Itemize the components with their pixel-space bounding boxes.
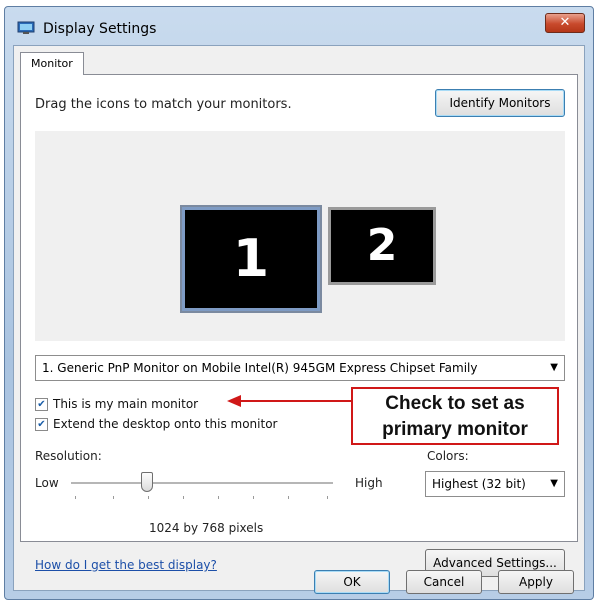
extend-desktop-label: Extend the desktop onto this monitor bbox=[53, 417, 278, 431]
monitor-dropdown[interactable]: 1. Generic PnP Monitor on Mobile Intel(R… bbox=[35, 355, 565, 381]
close-button[interactable]: ✕ bbox=[545, 13, 585, 33]
slider-tick bbox=[218, 496, 219, 499]
title-bar: Display Settings ✕ bbox=[5, 7, 593, 47]
display-icon bbox=[17, 21, 35, 34]
extend-desktop-checkbox[interactable]: ✔ bbox=[35, 418, 48, 431]
colors-dropdown[interactable]: Highest (32 bit) ▼ bbox=[425, 471, 565, 497]
callout-line-1: Check to set as bbox=[385, 393, 525, 414]
slider-tick bbox=[327, 496, 328, 499]
callout-arrow-icon bbox=[227, 395, 351, 407]
slider-tick bbox=[183, 496, 184, 499]
slider-tick bbox=[253, 496, 254, 499]
callout-line-2: primary monitor bbox=[382, 419, 528, 440]
main-monitor-checkbox[interactable]: ✔ bbox=[35, 398, 48, 411]
low-label: Low bbox=[35, 476, 59, 490]
slider-tick bbox=[113, 496, 114, 499]
main-monitor-label: This is my main monitor bbox=[53, 397, 199, 411]
window-title: Display Settings bbox=[43, 21, 157, 37]
best-display-help-link[interactable]: How do I get the best display? bbox=[35, 558, 217, 572]
extend-desktop-checkbox-row[interactable]: ✔ Extend the desktop onto this monitor bbox=[35, 417, 277, 431]
slider-tick bbox=[148, 496, 149, 499]
chevron-down-icon: ▼ bbox=[550, 478, 558, 489]
display-settings-window: Display Settings ✕ Monitor Drag the icon… bbox=[4, 6, 594, 600]
monitor-2-icon[interactable]: 2 bbox=[328, 207, 436, 285]
cancel-button[interactable]: Cancel bbox=[406, 570, 482, 594]
monitor-1-icon[interactable]: 1 bbox=[180, 205, 322, 313]
dialog-client-area: Monitor Drag the icons to match your mon… bbox=[13, 45, 585, 594]
monitor-tab-panel: Drag the icons to match your monitors. I… bbox=[20, 74, 578, 577]
resolution-value: 1024 by 768 pixels bbox=[149, 521, 264, 535]
monitor-dropdown-value: 1. Generic PnP Monitor on Mobile Intel(R… bbox=[42, 361, 478, 375]
slider-tick bbox=[288, 496, 289, 499]
resolution-label: Resolution: bbox=[35, 449, 102, 463]
primary-monitor-callout: Check to set as primary monitor bbox=[351, 387, 559, 445]
tab-monitor[interactable]: Monitor bbox=[20, 52, 84, 75]
close-icon: ✕ bbox=[559, 15, 571, 30]
monitor-arrangement-area: 1 2 bbox=[35, 131, 565, 341]
ok-button[interactable]: OK bbox=[314, 570, 390, 594]
high-label: High bbox=[355, 476, 383, 490]
resolution-slider-thumb[interactable] bbox=[141, 472, 153, 492]
identify-monitors-button[interactable]: Identify Monitors bbox=[435, 89, 565, 117]
drag-instruction: Drag the icons to match your monitors. bbox=[35, 97, 292, 112]
chevron-down-icon: ▼ bbox=[550, 362, 558, 373]
apply-button[interactable]: Apply bbox=[498, 570, 574, 594]
colors-dropdown-value: Highest (32 bit) bbox=[432, 477, 526, 491]
slider-tick bbox=[75, 496, 76, 499]
main-monitor-checkbox-row[interactable]: ✔ This is my main monitor bbox=[35, 397, 198, 411]
colors-label: Colors: bbox=[427, 449, 469, 463]
resolution-slider-track[interactable] bbox=[71, 482, 333, 485]
